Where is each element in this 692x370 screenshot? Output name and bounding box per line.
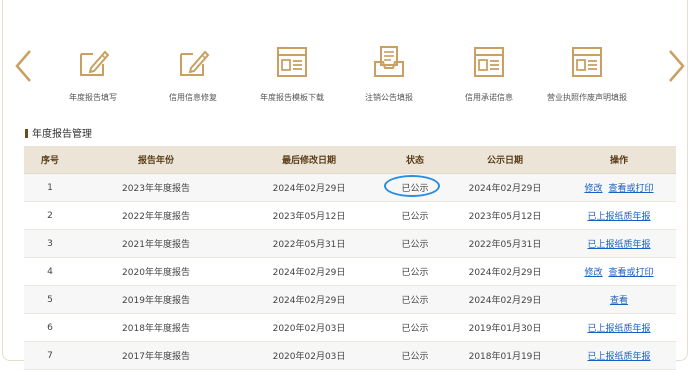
published-date: 2018年01月19日 — [448, 341, 562, 370]
row-number: 3 — [24, 229, 76, 258]
modified-date: 2020年02月03日 — [236, 341, 382, 370]
actions-cell: 已上报纸质年报 — [562, 229, 676, 258]
table-row: 3 2021年年度报告 2022年05月31日 已公示 2022年05月31日 … — [24, 229, 676, 258]
menu-item-label: 信用承诺信息 — [465, 93, 513, 102]
chevron-left-icon[interactable] — [13, 48, 33, 84]
view-print-link[interactable]: 查看或打印 — [609, 184, 654, 194]
report-year: 2019年年度报告 — [76, 285, 236, 314]
row-number: 4 — [24, 257, 76, 286]
status-text: 已公示 — [401, 184, 429, 194]
table-row: 5 2019年年度报告 2024年02月29日 已公示 2024年02月29日 … — [24, 285, 676, 314]
published-date: 2024年02月29日 — [448, 257, 562, 286]
column-header: 报告年份 — [76, 146, 236, 174]
actions-cell: 查看 — [562, 285, 676, 314]
row-number: 6 — [24, 313, 76, 342]
menu-item-credit-commitment[interactable]: 信用承诺信息 — [434, 44, 544, 103]
status-text: 已公示 — [382, 257, 448, 286]
menu-item-label: 年度报告模板下载 — [260, 93, 324, 102]
table-row: 6 2018年年度报告 2020年02月03日 已公示 2019年01月30日 … — [24, 313, 676, 342]
menu-item-label: 信用信息修复 — [169, 93, 217, 102]
section-marker — [25, 129, 28, 138]
inbox-document-icon — [374, 46, 404, 77]
column-header: 状态 — [382, 146, 448, 174]
table-row: 2 2022年年度报告 2023年05月12日 已公示 2023年05月12日 … — [24, 201, 676, 230]
menu-item-annual-report-fill[interactable]: 年度报告填写 — [38, 44, 148, 103]
menu-item-label: 年度报告填写 — [69, 93, 117, 102]
row-number: 7 — [24, 341, 76, 370]
main-panel: 年度报告填写 信用信息修复 年度报告模板下载 注销公告填报 信用承诺信息 营业执… — [2, 0, 688, 370]
view-link[interactable]: 查看 — [610, 296, 628, 306]
published-date: 2022年05月31日 — [448, 229, 562, 258]
column-header: 最后修改日期 — [236, 146, 382, 174]
modified-date: 2024年02月29日 — [236, 285, 382, 314]
menu-item-credit-repair[interactable]: 信用信息修复 — [138, 44, 248, 103]
edit-form-icon — [80, 50, 110, 76]
table-header-row: 序号 报告年份 最后修改日期 状态 公示日期 操作 — [24, 146, 676, 174]
status-text: 已公示 — [382, 341, 448, 370]
section-title: 年度报告管理 — [25, 125, 92, 140]
document-list-icon — [474, 47, 504, 77]
menu-item-license-void-declaration[interactable]: 营业执照作废声明填报 — [532, 44, 642, 103]
published-date: 2024年02月29日 — [448, 173, 562, 202]
actions-cell: 已上报纸质年报 — [562, 313, 676, 342]
table-row: 7 2017年年度报告 2020年02月03日 已公示 2018年01月19日 … — [24, 341, 676, 370]
report-year: 2023年年度报告 — [76, 173, 236, 202]
modify-link[interactable]: 修改 — [584, 184, 602, 194]
row-number: 2 — [24, 201, 76, 230]
table-row: 4 2020年年度报告 2024年02月29日 已公示 2024年02月29日 … — [24, 257, 676, 286]
published-date: 2023年05月12日 — [448, 201, 562, 230]
actions-cell: 已上报纸质年报 — [562, 341, 676, 370]
report-year: 2017年年度报告 — [76, 341, 236, 370]
modified-date: 2024年02月29日 — [236, 257, 382, 286]
status-text: 已公示 — [382, 201, 448, 230]
menu-item-label: 营业执照作废声明填报 — [547, 93, 627, 102]
published-date: 2024年02月29日 — [448, 285, 562, 314]
status-text: 已公示 — [382, 229, 448, 258]
actions-cell: 修改 查看或打印 — [562, 257, 676, 286]
report-year: 2018年年度报告 — [76, 313, 236, 342]
paper-report-link[interactable]: 已上报纸质年报 — [587, 240, 650, 250]
paper-report-link[interactable]: 已上报纸质年报 — [587, 324, 650, 334]
column-header: 操作 — [562, 146, 676, 174]
section-title-text: 年度报告管理 — [32, 129, 92, 140]
row-number: 1 — [24, 173, 76, 202]
report-year: 2020年年度报告 — [76, 257, 236, 286]
modify-link[interactable]: 修改 — [584, 268, 602, 278]
menu-item-deregistration-notice[interactable]: 注销公告填报 — [334, 44, 444, 103]
column-header: 公示日期 — [448, 146, 562, 174]
table-row: 1 2023年年度报告 2024年02月29日 已公示 2024年02月29日 … — [24, 173, 676, 202]
status-text: 已公示 — [382, 313, 448, 342]
menu-item-label: 注销公告填报 — [365, 93, 413, 102]
modified-date: 2023年05月12日 — [236, 201, 382, 230]
status-text: 已公示 — [382, 285, 448, 314]
status-cell: 已公示 — [382, 173, 448, 202]
actions-cell: 修改 查看或打印 — [562, 173, 676, 202]
report-year: 2021年年度报告 — [76, 229, 236, 258]
row-number: 5 — [24, 285, 76, 314]
published-date: 2019年01月30日 — [448, 313, 562, 342]
menu-item-template-download[interactable]: 年度报告模板下载 — [237, 44, 347, 103]
paper-report-link[interactable]: 已上报纸质年报 — [587, 212, 650, 222]
modified-date: 2022年05月31日 — [236, 229, 382, 258]
modified-date: 2024年02月29日 — [236, 173, 382, 202]
column-header: 序号 — [24, 146, 76, 174]
view-print-link[interactable]: 查看或打印 — [609, 268, 654, 278]
document-list-icon — [572, 47, 602, 77]
modified-date: 2020年02月03日 — [236, 313, 382, 342]
edit-form-icon — [180, 50, 210, 76]
chevron-right-icon[interactable] — [667, 48, 687, 84]
report-year: 2022年年度报告 — [76, 201, 236, 230]
annual-report-table: 序号 报告年份 最后修改日期 状态 公示日期 操作 1 2023年年度报告 20… — [24, 146, 676, 370]
actions-cell: 已上报纸质年报 — [562, 201, 676, 230]
document-list-icon — [277, 47, 307, 77]
